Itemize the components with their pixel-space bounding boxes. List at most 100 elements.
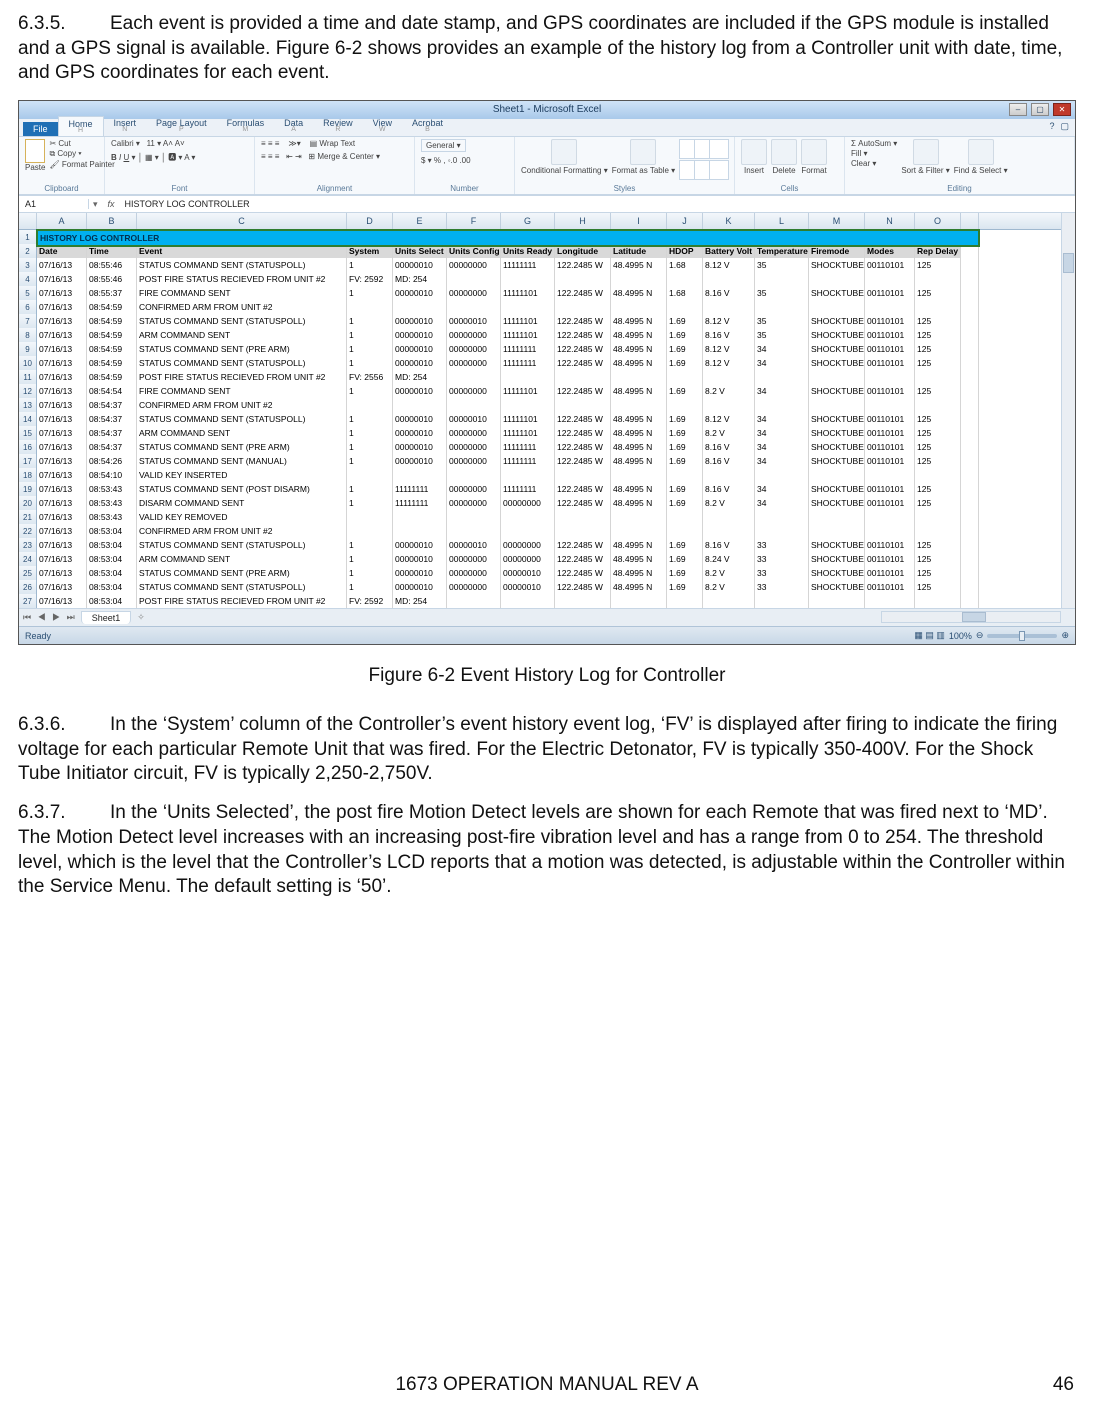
file-tab[interactable]: File bbox=[23, 122, 58, 136]
worksheet-grid[interactable]: ABCDEFGHIJKLMNO 1HISTORY LOG CONTROLLER2… bbox=[19, 213, 1075, 608]
table-row: 407/16/1308:55:46POST FIRE STATUS RECIEV… bbox=[19, 272, 1075, 286]
fill-button[interactable]: Fill ▾ bbox=[851, 149, 897, 158]
cell[interactable] bbox=[555, 594, 611, 608]
ribbon-tab-home[interactable]: HomeH bbox=[58, 116, 104, 136]
column-header-O[interactable]: O bbox=[915, 213, 961, 229]
horizontal-scrollbar[interactable] bbox=[881, 611, 1061, 623]
paste-label[interactable]: Paste bbox=[25, 163, 45, 172]
cell[interactable]: 08:53:04 bbox=[87, 594, 137, 608]
font-style-buttons[interactable]: B I U ▾ │ ▦ ▾ │ 🅰 ▾ A ▾ bbox=[111, 152, 195, 163]
zoom-in-button[interactable]: ⊕ bbox=[1061, 630, 1069, 641]
align-buttons-bottom[interactable]: ≡ ≡ ≡ ⇤ ⇥ ⊞ Merge & Center ▾ bbox=[261, 152, 380, 161]
namebox-dropdown-icon[interactable]: ▾ bbox=[89, 199, 102, 210]
new-sheet-button[interactable]: ✧ bbox=[131, 612, 151, 623]
clear-button[interactable]: Clear ▾ bbox=[851, 159, 897, 168]
cell[interactable]: POST FIRE STATUS RECIEVED FROM UNIT #2 bbox=[137, 594, 347, 608]
window-close-button[interactable]: ✕ bbox=[1053, 103, 1071, 116]
table-row: 1407/16/1308:54:37STATUS COMMAND SENT (S… bbox=[19, 412, 1075, 426]
log-title-cell[interactable]: HISTORY LOG CONTROLLER bbox=[36, 229, 980, 247]
sheet-tab-1[interactable]: Sheet1 bbox=[81, 611, 132, 624]
cell[interactable] bbox=[447, 594, 501, 608]
column-header-[interactable] bbox=[961, 213, 979, 229]
column-header-D[interactable]: D bbox=[347, 213, 393, 229]
ribbon-tab-review[interactable]: ReviewR bbox=[313, 116, 363, 136]
align-buttons-top[interactable]: ≡ ≡ ≡ ≫▾ ▤ Wrap Text bbox=[261, 139, 355, 148]
table-row: 1907/16/1308:53:43STATUS COMMAND SENT (P… bbox=[19, 482, 1075, 496]
table-row: 807/16/1308:54:59ARM COMMAND SENT1000000… bbox=[19, 328, 1075, 342]
paste-icon[interactable] bbox=[25, 139, 45, 163]
sheet-nav-buttons[interactable]: ⏮ ◀ ▶ ⏭ bbox=[19, 612, 81, 623]
cell[interactable] bbox=[865, 594, 915, 608]
format-cells-label[interactable]: Format bbox=[801, 166, 826, 175]
column-header-B[interactable]: B bbox=[87, 213, 137, 229]
format-cells-icon[interactable] bbox=[801, 139, 827, 165]
cell[interactable] bbox=[915, 594, 961, 608]
column-header-I[interactable]: I bbox=[611, 213, 667, 229]
column-header-F[interactable]: F bbox=[447, 213, 501, 229]
column-header-E[interactable]: E bbox=[393, 213, 447, 229]
zoom-slider[interactable] bbox=[987, 634, 1057, 638]
insert-cells-icon[interactable] bbox=[741, 139, 767, 165]
number-format-select[interactable]: General ▾ bbox=[421, 139, 466, 152]
column-header-G[interactable]: G bbox=[501, 213, 555, 229]
find-select-label[interactable]: Find & Select ▾ bbox=[954, 166, 1008, 175]
column-header-H[interactable]: H bbox=[555, 213, 611, 229]
ribbon-tab-formulas[interactable]: FormulasM bbox=[217, 116, 275, 136]
name-box[interactable]: A1 bbox=[19, 199, 89, 209]
delete-cells-label[interactable]: Delete bbox=[772, 166, 795, 175]
column-header-C[interactable]: C bbox=[137, 213, 347, 229]
cell[interactable] bbox=[809, 594, 865, 608]
ribbon-tab-data[interactable]: DataA bbox=[274, 116, 313, 136]
window-min-button[interactable]: – bbox=[1009, 103, 1027, 116]
cell[interactable] bbox=[667, 594, 703, 608]
column-header-J[interactable]: J bbox=[667, 213, 703, 229]
column-header-M[interactable]: M bbox=[809, 213, 865, 229]
view-buttons[interactable]: ▦ ▤ ▥ bbox=[914, 630, 945, 641]
help-icon[interactable]: ? bbox=[1049, 121, 1054, 132]
delete-cells-icon[interactable] bbox=[771, 139, 797, 165]
cell[interactable]: MD: 254 bbox=[393, 594, 447, 608]
figure-caption: Figure 6-2 Event History Log for Control… bbox=[18, 665, 1076, 687]
number-buttons[interactable]: $ ▾ % , ◦.0 .00 bbox=[421, 156, 471, 165]
font-name-select[interactable]: Calibri bbox=[111, 139, 134, 148]
column-header-K[interactable]: K bbox=[703, 213, 755, 229]
sort-filter-label[interactable]: Sort & Filter ▾ bbox=[901, 166, 949, 175]
cell[interactable] bbox=[501, 594, 555, 608]
zoom-level[interactable]: 100% bbox=[949, 631, 972, 641]
insert-cells-label[interactable]: Insert bbox=[744, 166, 764, 175]
vertical-scrollbar[interactable] bbox=[1061, 213, 1075, 608]
table-row: 1707/16/1308:54:26STATUS COMMAND SENT (M… bbox=[19, 454, 1075, 468]
find-select-icon[interactable] bbox=[968, 139, 994, 165]
cond-format-label[interactable]: Conditional Formatting ▾ bbox=[521, 166, 608, 175]
window-max-button[interactable]: ▢ bbox=[1031, 103, 1049, 116]
column-header-A[interactable]: A bbox=[37, 213, 87, 229]
format-table-icon[interactable] bbox=[630, 139, 656, 165]
ribbon-tab-page-layout[interactable]: Page LayoutP bbox=[146, 116, 217, 136]
zoom-out-button[interactable]: ⊖ bbox=[976, 630, 984, 641]
cell[interactable] bbox=[755, 594, 809, 608]
ribbon-tab-view[interactable]: ViewW bbox=[363, 116, 402, 136]
cell[interactable]: 07/16/13 bbox=[37, 594, 87, 608]
cell[interactable] bbox=[703, 594, 755, 608]
ribbon-tab-insert[interactable]: InsertN bbox=[104, 116, 147, 136]
styles-group-label: Styles bbox=[521, 184, 728, 194]
window-title: Sheet1 - Microsoft Excel bbox=[493, 104, 601, 115]
cell[interactable] bbox=[611, 594, 667, 608]
select-all-corner[interactable] bbox=[19, 213, 37, 229]
fx-icon[interactable]: fx bbox=[102, 199, 121, 209]
min-ribbon-icon[interactable]: ▢ bbox=[1060, 121, 1069, 132]
format-table-label[interactable]: Format as Table ▾ bbox=[612, 166, 675, 175]
font-size-select[interactable]: 11 bbox=[147, 139, 155, 148]
ribbon-tab-acrobat[interactable]: AcrobatB bbox=[402, 116, 453, 136]
cell[interactable]: FV: 2592 bbox=[347, 594, 393, 608]
column-header-N[interactable]: N bbox=[865, 213, 915, 229]
cond-format-icon[interactable] bbox=[551, 139, 577, 165]
row-header[interactable]: 27 bbox=[19, 594, 37, 608]
cell-styles-gallery[interactable] bbox=[679, 139, 723, 180]
formula-value[interactable]: HISTORY LOG CONTROLLER bbox=[121, 199, 250, 209]
para-num-637: 6.3.7. bbox=[18, 801, 110, 826]
autosum-button[interactable]: Σ AutoSum ▾ bbox=[851, 139, 897, 148]
table-row: 907/16/1308:54:59STATUS COMMAND SENT (PR… bbox=[19, 342, 1075, 356]
column-header-L[interactable]: L bbox=[755, 213, 809, 229]
sort-filter-icon[interactable] bbox=[913, 139, 939, 165]
